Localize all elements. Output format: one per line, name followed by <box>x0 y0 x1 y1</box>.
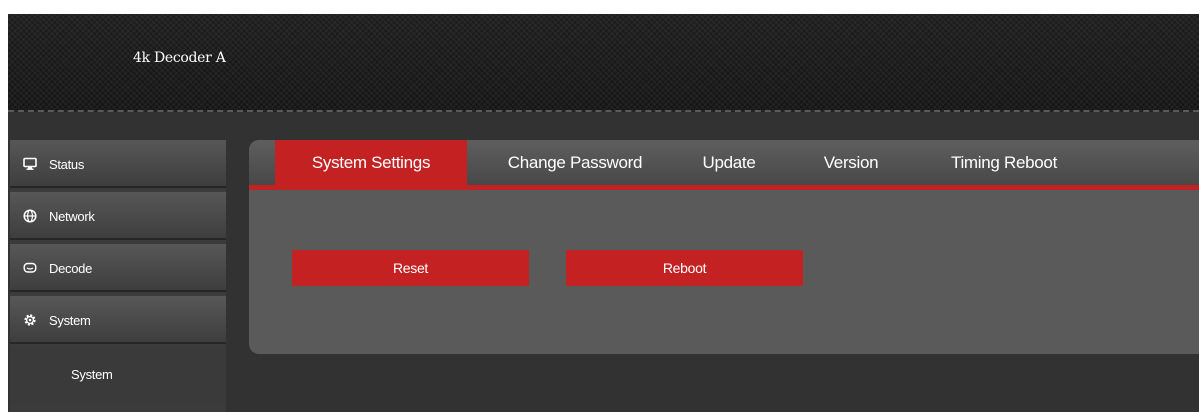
tab-version[interactable]: Version <box>805 140 897 185</box>
tab-change-password[interactable]: Change Password <box>477 140 673 185</box>
sidebar-item-label: Decode <box>49 261 93 276</box>
app-window: 4k Decoder A Status Network Decode Syste… <box>8 14 1199 412</box>
monitor-icon <box>23 157 37 170</box>
tab-update[interactable]: Update <box>681 140 777 185</box>
tab-system-settings[interactable]: System Settings <box>275 140 467 185</box>
globe-icon <box>23 209 37 223</box>
sidebar-item-decode[interactable]: Decode <box>10 244 226 292</box>
sidebar-item-network[interactable]: Network <box>10 192 226 240</box>
sidebar-item-label: System <box>49 313 91 328</box>
gear-icon <box>24 314 36 326</box>
sidebar-item-status[interactable]: Status <box>10 140 226 188</box>
sidebar-item-label: Network <box>49 209 95 224</box>
reboot-button[interactable]: Reboot <box>566 250 803 286</box>
sidebar: Status Network Decode System System <box>10 140 226 412</box>
device-title: 4k Decoder A <box>133 50 226 66</box>
sidebar-item-system[interactable]: System <box>10 296 226 344</box>
decode-icon <box>23 262 37 273</box>
tab-bar: System Settings Change Password Update V… <box>249 140 1199 190</box>
sidebar-subitem-label: System <box>71 367 113 382</box>
settings-panel: System Settings Change Password Update V… <box>249 140 1199 354</box>
header-bar: 4k Decoder A <box>8 14 1199 112</box>
sidebar-item-label: Status <box>49 157 85 172</box>
reset-button[interactable]: Reset <box>292 250 529 286</box>
tab-timing-reboot[interactable]: Timing Reboot <box>925 140 1083 185</box>
sidebar-subitem-system[interactable]: System <box>10 348 226 404</box>
